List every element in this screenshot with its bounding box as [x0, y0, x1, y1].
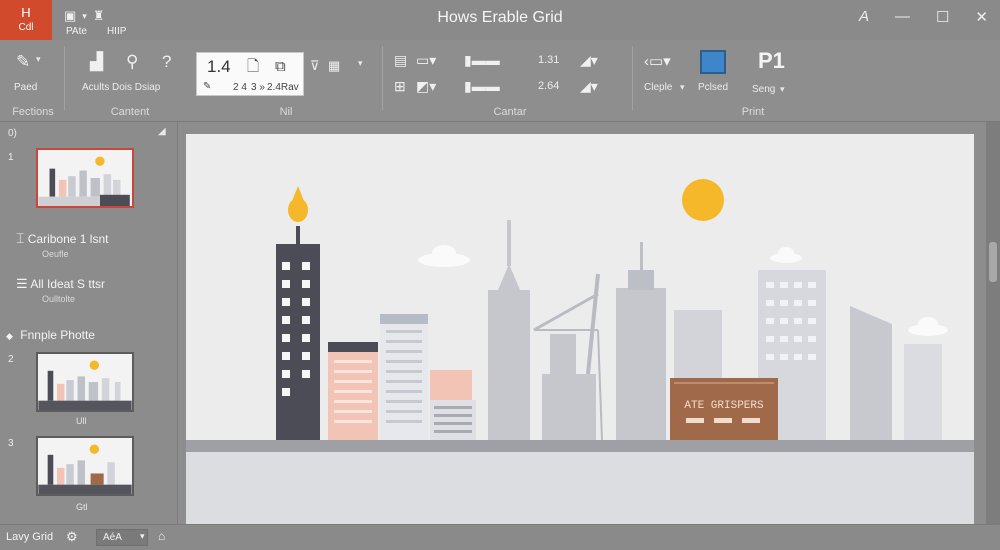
ribbon-group-content: ▟ ⚲ ? Acults Dois Dsiap Cantent	[70, 44, 190, 118]
ribbon-divider	[64, 46, 65, 110]
ribbon-divider	[632, 46, 633, 110]
layout-dropdown-icon[interactable]: ▭▾	[416, 50, 436, 70]
pane-collapse-icon[interactable]: ◢	[158, 126, 166, 137]
outline-sub-1: Oeufle	[42, 249, 69, 259]
outline-title-2: All Ideat S ttsr	[30, 277, 106, 291]
ribbon-group-nil: ⊽ ▦ ▾ Nil	[280, 44, 376, 118]
nil-dropdown-icon[interactable]: ▾	[358, 58, 363, 69]
column-icon[interactable]: ▮▬▬	[464, 76, 500, 96]
slide-canvas[interactable]: ATE GRISPERS	[186, 134, 974, 526]
title-bar: H Cdl ▣ ▾ ♜ PAte HIIP Hows Erable Grid A…	[0, 0, 1000, 40]
window-controls: A — ☐ ✕	[859, 8, 988, 26]
status-bar: Lavy Grid ⚙ AéA ▾ ⌂	[0, 524, 1000, 550]
sign-text: ATE GRISPERS	[684, 400, 764, 412]
ribbon-group-fections: ✎ ▾ Paed Fections	[4, 44, 62, 118]
tab-pate[interactable]: PAte	[66, 26, 87, 37]
shape-icon[interactable]: ◢▾	[580, 50, 598, 70]
ribbon-group-print: ‹▭▾ Cleple ▾ Pclsed P1 Seng ▾ Print	[638, 44, 808, 118]
slide-thumbnail-1[interactable]	[36, 148, 134, 208]
table-icon[interactable]: ⊞	[394, 76, 406, 96]
pane-top-label: 0)	[8, 128, 17, 139]
outline-cursor-icon: ⌶	[16, 230, 25, 246]
outline-sub-2: Oulltolte	[42, 294, 76, 304]
chart-icon[interactable]: ▟	[90, 52, 103, 72]
cantar-value-2: 2.64	[538, 80, 560, 92]
number-format-box[interactable]: 1.4 🗋 ⧉ ✎ 2 4 3 » 2.4Rav	[196, 52, 304, 96]
cantar-value-1: 1.31	[538, 54, 560, 66]
nil-sub-1: 2 4	[233, 82, 247, 93]
outline-item-2[interactable]: ☰ All Ideat S ttsr Oulltolte	[16, 276, 105, 304]
filter-icon[interactable]: ⊽	[310, 56, 320, 76]
slide-num-3: 3	[8, 438, 14, 449]
outline-list-icon: ☰	[16, 276, 28, 291]
group-label-fections: Fections	[12, 106, 54, 118]
group-label-content: Cantent	[110, 106, 150, 118]
fill-icon[interactable]: ◢▾	[580, 76, 598, 96]
nil-sub-3: 2.4Rav	[267, 82, 299, 93]
print-item-3: Seng	[752, 84, 776, 95]
align-icon[interactable]: ▮▬▬	[464, 50, 500, 70]
pen-icon[interactable]: ✎	[203, 81, 211, 92]
group-label-print: Print	[741, 106, 765, 118]
paste-dropdown-icon[interactable]: ▾	[36, 54, 41, 65]
fit-icon[interactable]: ⌂	[158, 529, 165, 543]
thumb-image-1	[38, 150, 132, 206]
outline-title-1: Caribone 1 lsnt	[27, 232, 109, 246]
slide-num-2: 2	[8, 354, 14, 365]
settings-icon[interactable]: ⚙	[66, 529, 78, 545]
road	[186, 440, 974, 452]
sun	[682, 179, 724, 221]
paste-icon[interactable]: ✎	[16, 52, 30, 72]
slide-thumbnail-3[interactable]	[36, 436, 134, 496]
help-icon[interactable]: ?	[162, 52, 171, 72]
content-items-label: Acults Dois Dsiap	[82, 82, 161, 93]
tablet-icon[interactable]	[700, 50, 726, 74]
ribbon-toggle-icon[interactable]: A	[859, 8, 869, 26]
ribbon: ✎ ▾ Paed Fections ▟ ⚲ ? Acults Dois Dsia…	[0, 40, 1000, 122]
vertical-scrollbar[interactable]	[986, 122, 1000, 524]
print-item-2: Pclsed	[698, 82, 729, 93]
ribbon-divider	[382, 46, 383, 110]
city-skyline-illustration: ATE GRISPERS	[186, 134, 974, 526]
tab-hiip[interactable]: HIIP	[107, 26, 126, 37]
group-label-cantar: Cantar	[493, 106, 527, 118]
zoom-dropdown-icon[interactable]: ▾	[140, 531, 145, 542]
print-item-1: Cleple	[644, 82, 673, 93]
status-label: Lavy Grid	[6, 531, 54, 543]
grid-icon[interactable]: ▦	[328, 56, 340, 76]
group-label-nil: Nil	[279, 106, 293, 118]
thumb-image-3	[38, 438, 132, 494]
print-big[interactable]: P1	[758, 48, 785, 74]
slide-editor: ATE GRISPERS	[178, 122, 986, 526]
print-item-1-dropdown[interactable]: ▾	[680, 82, 685, 93]
minimize-button[interactable]: —	[895, 8, 910, 26]
restore-button[interactable]: ☐	[936, 8, 949, 26]
slide-thumbnail-2[interactable]	[36, 352, 134, 412]
section-expand-icon: ◆	[6, 331, 13, 341]
outline-item-1[interactable]: ⌶ Caribone 1 lsnt Oeufle	[16, 230, 108, 259]
outline-title-3: Fnnple Photte	[20, 328, 95, 342]
number-value: 1.4	[207, 57, 231, 76]
nil-sub-2: 3 »	[251, 82, 265, 93]
layout-icon[interactable]: ▤	[394, 50, 407, 70]
outline-section-3[interactable]: ◆ Fnnple Photte	[6, 328, 95, 342]
menu-tabs: PAte HIIP	[66, 26, 126, 37]
zoom-value: AéA	[103, 532, 122, 543]
ribbon-group-cantar: ▤ ▭▾ ▮▬▬ 1.31 ◢▾ ⊞ ◩▾ ▮▬▬ 2.64 ◢▾ Cantar	[390, 44, 630, 118]
copy-icon[interactable]: ⧉	[275, 57, 286, 77]
slides-pane: 0) ◢ 1 ⌶ Caribone 1 lsnt Oeufle ☰ All Id…	[0, 122, 178, 524]
window-title: Hows Erable Grid	[437, 9, 563, 26]
text-box-icon[interactable]: ‹▭▾	[644, 52, 671, 72]
document-icon[interactable]: 🗋	[247, 57, 259, 77]
slide-caption-3: Gtl	[76, 502, 88, 512]
close-button[interactable]: ✕	[975, 8, 988, 26]
thumb-image-2	[38, 354, 132, 410]
slide-num-1: 1	[8, 152, 14, 163]
slide-caption-2: Ull	[76, 416, 87, 426]
image-icon[interactable]: ◩▾	[416, 76, 436, 96]
scrollbar-thumb[interactable]	[989, 242, 997, 282]
search-icon[interactable]: ⚲	[126, 52, 138, 72]
paste-label: Paed	[14, 82, 38, 93]
print-item-3-dropdown[interactable]: ▾	[780, 84, 785, 95]
